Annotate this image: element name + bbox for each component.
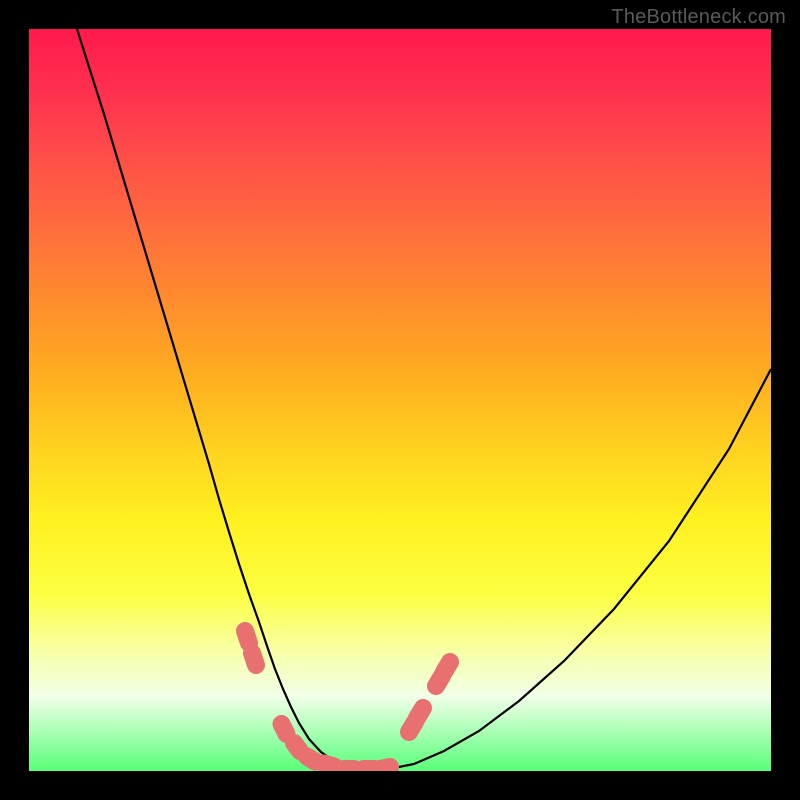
curve-layer [29,29,771,771]
marker-dot [324,764,334,767]
curve-markers [245,631,450,769]
marker-dot [444,662,450,672]
bottleneck-curve-path [77,29,771,769]
marker-dot [380,767,390,769]
marker-dot [245,631,249,643]
chart-frame: TheBottleneck.com [0,0,800,800]
watermark-text: TheBottleneck.com [611,6,786,29]
marker-dot [294,743,300,751]
marker-dot [307,757,315,762]
marker-dot [252,653,256,665]
marker-dot [282,724,287,734]
plot-area [29,29,771,771]
marker-dot [417,708,423,718]
